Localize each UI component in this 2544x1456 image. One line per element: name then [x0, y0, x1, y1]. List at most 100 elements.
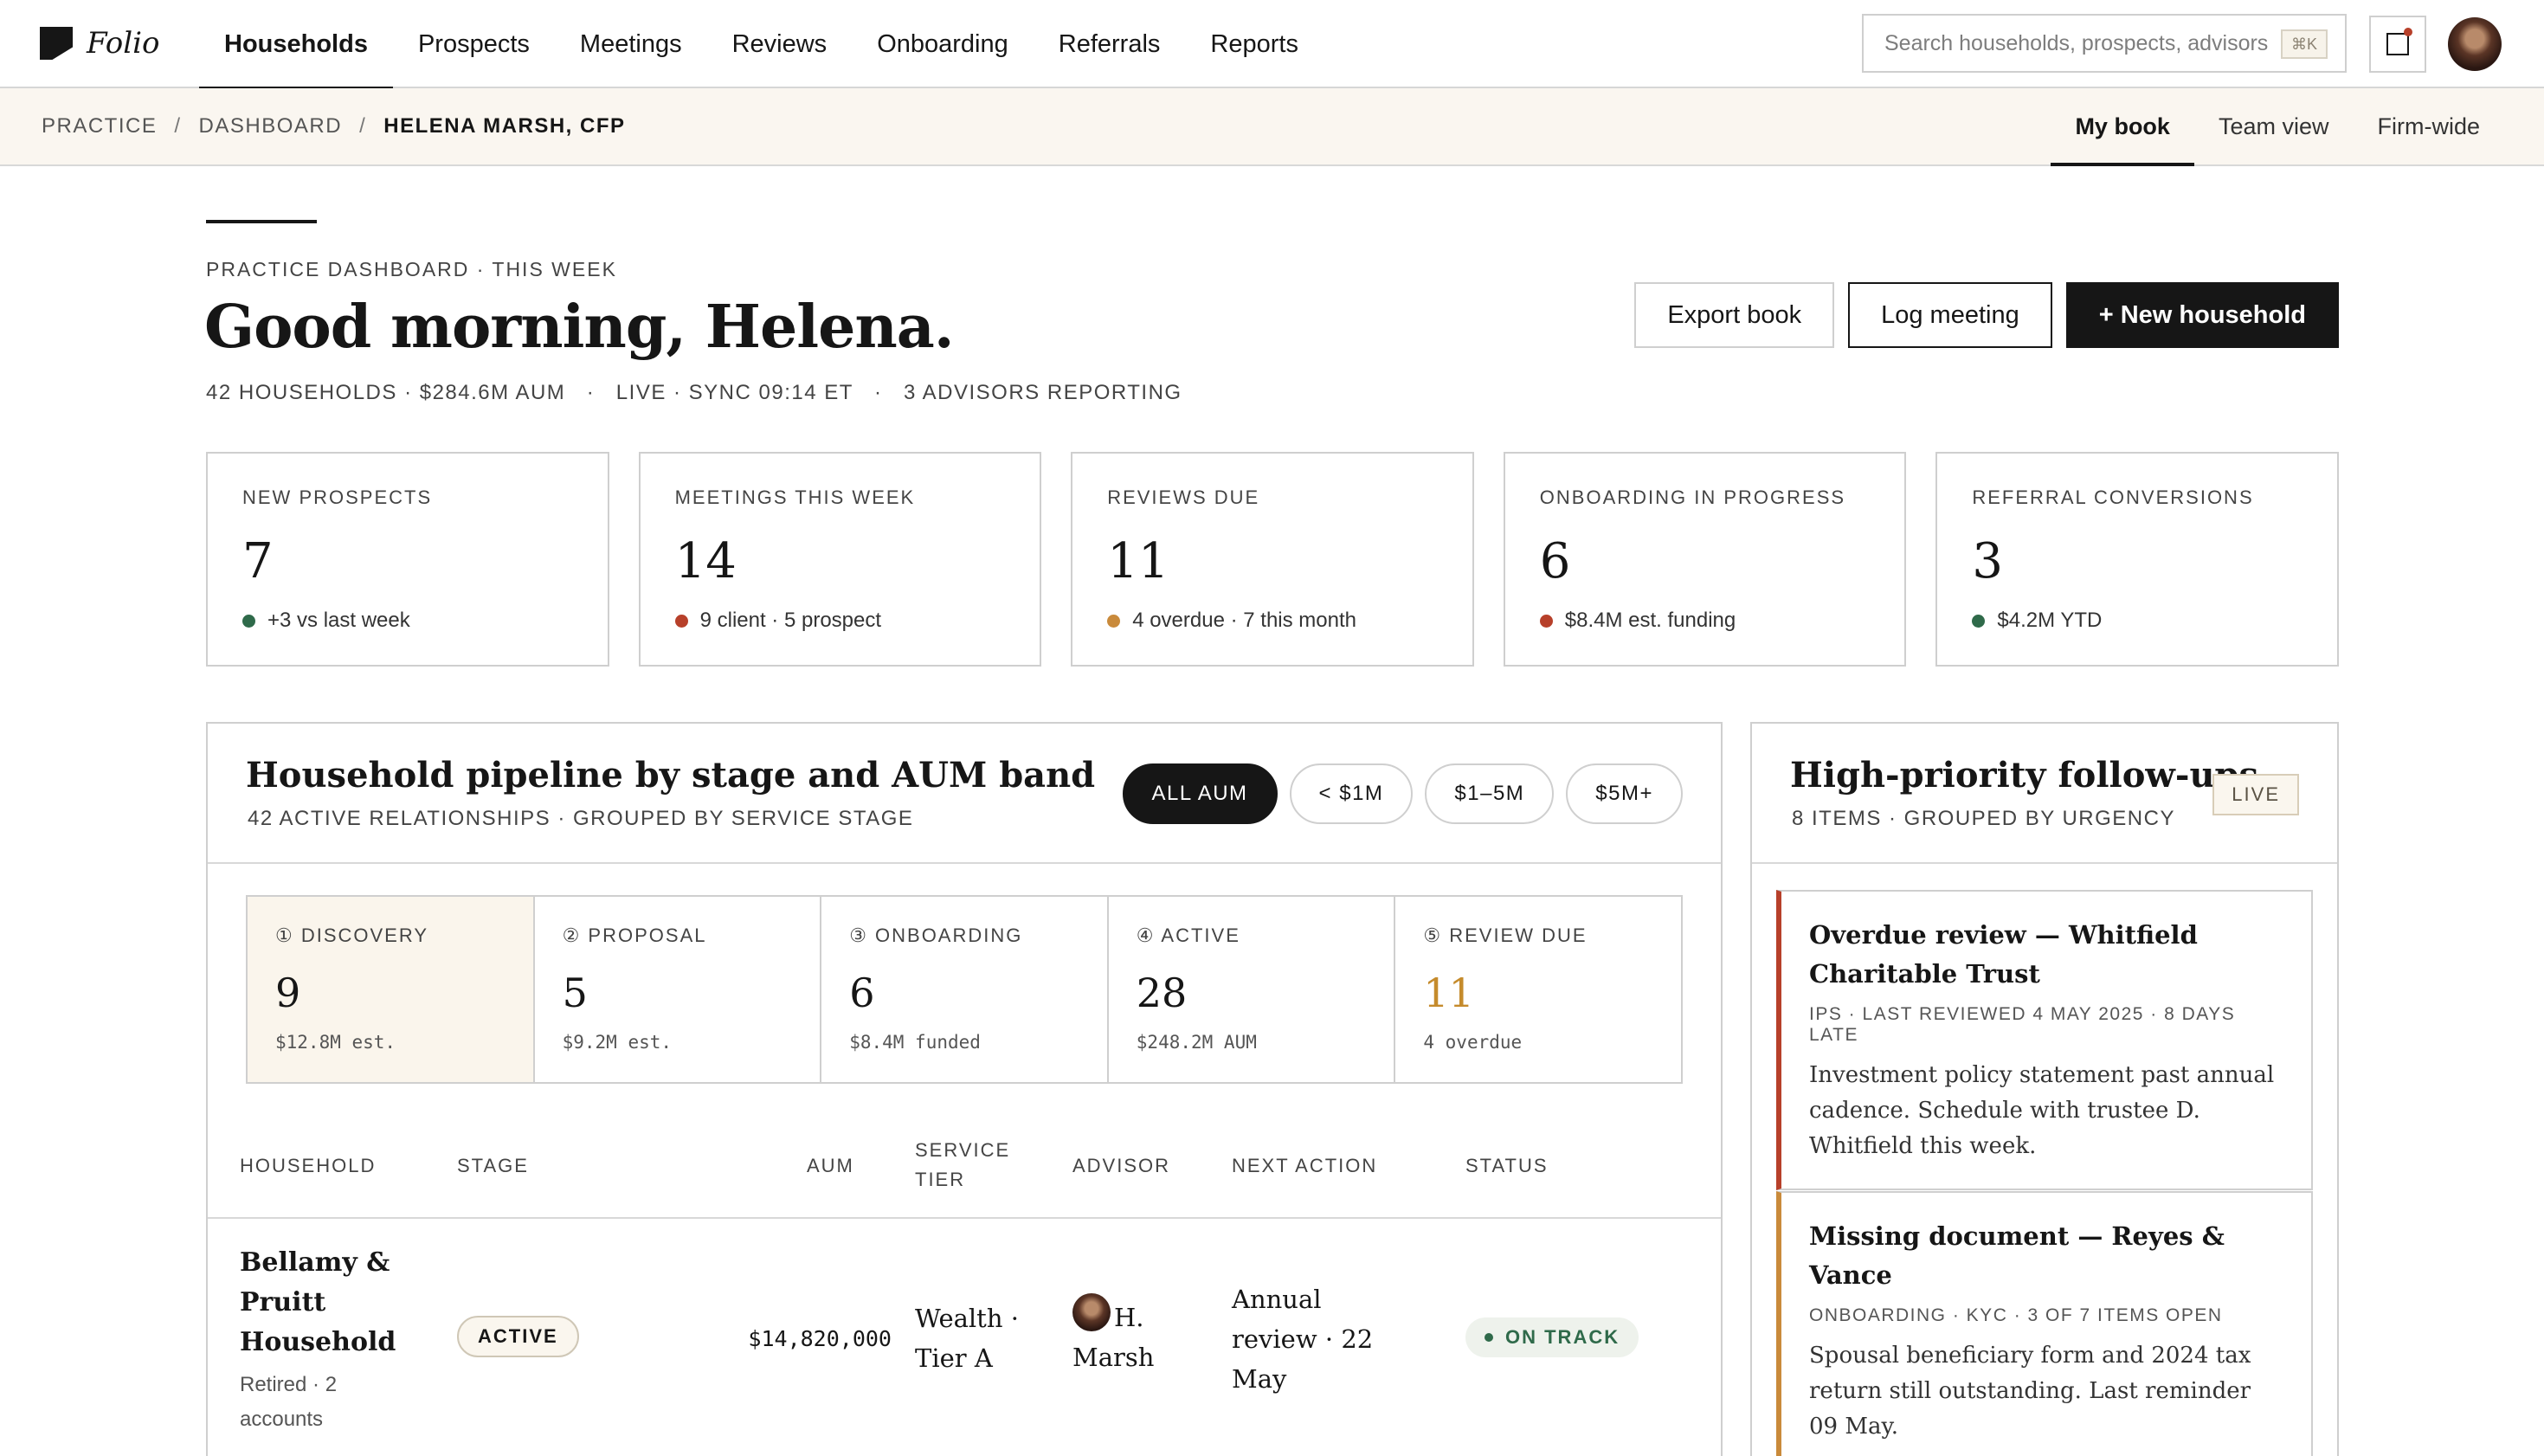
status-dot-icon	[1107, 614, 1121, 628]
kpi-subtext: $4.2M YTD	[1997, 609, 2103, 632]
nav-tab-reports[interactable]: Reports	[1185, 0, 1324, 88]
view-scope-tabs: My book Team view Firm-wide	[2051, 88, 2505, 166]
kpi-card-referral-conversions[interactable]: Referral conversions 3 $4.2M YTD	[1935, 452, 2339, 667]
kpi-label: Onboarding in progress	[1539, 486, 1846, 508]
nav-tab-prospects[interactable]: Prospects	[393, 0, 555, 88]
stage-label: ② Proposal	[562, 924, 707, 946]
view-tab-team-view[interactable]: Team view	[2194, 88, 2354, 164]
kpi-subtext-row: 9 client · 5 prospect	[674, 609, 1006, 633]
nav-tab-reviews[interactable]: Reviews	[707, 0, 853, 88]
kpi-subtext: $8.4M est. funding	[1564, 609, 1736, 632]
stage-subtext: $8.4M funded	[849, 1032, 981, 1053]
followup-title: Missing document — Reyes & Vance	[1809, 1221, 2225, 1290]
advisor-avatar	[1072, 1293, 1111, 1331]
service-tier-value: Wealth · Tier A	[915, 1304, 1019, 1373]
aum-band-filter: ALL AUM < $1M $1–5M $5M+	[1122, 763, 1683, 824]
stage-subtext: $9.2M est.	[562, 1032, 673, 1053]
followup-body: Investment policy statement past annual …	[1809, 1062, 2275, 1159]
column-header-household[interactable]: HOUSEHOLD	[240, 1151, 376, 1181]
nav-tab-meetings[interactable]: Meetings	[555, 0, 707, 88]
status-label: ON TRACK	[1505, 1326, 1620, 1348]
stage-label: ① Discovery	[275, 924, 429, 946]
followup-meta: ONBOARDING · KYC · 3 OF 7 ITEMS OPEN	[1809, 1305, 2223, 1325]
followup-meta: IPS · LAST REVIEWED 4 MAY 2025 · 8 DAYS …	[1809, 1004, 2236, 1045]
notifications-icon	[2386, 33, 2409, 55]
notification-badge-dot	[2404, 28, 2412, 36]
household-subtext: Retired · 2 accounts	[240, 1373, 338, 1431]
app-logo[interactable]: Folio	[40, 26, 159, 61]
column-header-next-action[interactable]: NEXT ACTION	[1232, 1151, 1377, 1181]
kpi-label: Referral conversions	[1972, 486, 2254, 508]
breadcrumb-bar: PRACTICE / DASHBOARD / HELENA MARSH, CFP…	[0, 88, 2544, 166]
log-meeting-button[interactable]: Log meeting	[1848, 282, 2052, 348]
kpi-card-reviews-due[interactable]: Reviews due 11 4 overdue · 7 this month	[1071, 452, 1474, 667]
nav-tab-onboarding[interactable]: Onboarding	[852, 0, 1034, 88]
table-row[interactable]: Bellamy & Pruitt Household Retired · 2 a…	[208, 1219, 1721, 1456]
breadcrumb-practice[interactable]: PRACTICE	[42, 114, 157, 139]
header-actions: Export book Log meeting + New household	[1634, 282, 2339, 348]
stage-cell: ACTIVE	[457, 1316, 579, 1357]
filter-chip-1-5m[interactable]: $1–5M	[1425, 763, 1555, 824]
stage-review-due[interactable]: ⑤ Review due 11 4 overdue	[1395, 897, 1681, 1082]
kpi-subtext-row: $8.4M est. funding	[1539, 609, 1871, 633]
page-meta: 42 HOUSEHOLDS · $284.6M AUM · LIVE · SYN…	[206, 381, 1182, 404]
status-dot-icon	[1539, 614, 1553, 628]
column-header-status[interactable]: STATUS	[1465, 1151, 1549, 1181]
page-eyebrow: PRACTICE DASHBOARD · THIS WEEK	[206, 258, 617, 280]
stage-pill: ACTIVE	[457, 1316, 579, 1357]
status-dot-icon	[1485, 1333, 1493, 1342]
kpi-subtext-row: $4.2M YTD	[1972, 609, 2302, 633]
user-avatar[interactable]	[2448, 17, 2502, 71]
kpi-card-new-prospects[interactable]: New prospects 7 +3 vs last week	[206, 452, 609, 667]
stage-discovery[interactable]: ① Discovery 9 $12.8M est.	[248, 897, 535, 1082]
kpi-row: New prospects 7 +3 vs last week Meetings…	[206, 452, 2339, 667]
pipeline-stage-strip: ① Discovery 9 $12.8M est. ② Proposal 5 $…	[246, 895, 1683, 1084]
pipeline-title: Household pipeline by stage and AUM band	[246, 755, 1096, 796]
filter-chip-all-aum[interactable]: ALL AUM	[1122, 763, 1278, 824]
stage-subtext: $12.8M est.	[275, 1032, 396, 1053]
search-input[interactable]: Search households, prospects, advisors	[1884, 27, 2268, 61]
breadcrumb-separator: /	[359, 114, 367, 138]
kpi-value: 3	[1972, 533, 2004, 589]
household-pipeline-panel: Household pipeline by stage and AUM band…	[206, 722, 1723, 1456]
new-household-button[interactable]: + New household	[2065, 282, 2339, 348]
view-tab-firm-wide[interactable]: Firm-wide	[2354, 88, 2505, 164]
stage-proposal[interactable]: ② Proposal 5 $9.2M est.	[535, 897, 822, 1082]
kpi-card-meetings-this-week[interactable]: Meetings this week 14 9 client · 5 prosp…	[638, 452, 1042, 667]
advisor-cell: H. Marsh	[1072, 1293, 1185, 1377]
breadcrumb-dashboard[interactable]: DASHBOARD	[199, 114, 343, 139]
page-title: Good morning, Helena.	[204, 293, 955, 362]
filter-chip-5m-plus[interactable]: $5M+	[1566, 763, 1683, 824]
global-search[interactable]: Search households, prospects, advisors ⌘…	[1862, 14, 2347, 73]
household-name[interactable]: Bellamy & Pruitt Household	[240, 1243, 404, 1363]
export-book-button[interactable]: Export book	[1634, 282, 1835, 348]
followup-card-overdue-review[interactable]: Overdue review — Whitfield Charitable Tr…	[1776, 890, 2313, 1190]
column-header-advisor[interactable]: ADVISOR	[1072, 1151, 1170, 1181]
stage-active[interactable]: ④ Active 28 $248.2M AUM	[1109, 897, 1396, 1082]
notifications-button[interactable]	[2369, 16, 2426, 73]
followups-subtitle: 8 ITEMS · GROUPED BY URGENCY	[1792, 807, 2175, 830]
status-cell: ON TRACK	[1465, 1317, 1639, 1357]
nav-tab-referrals[interactable]: Referrals	[1034, 0, 1186, 88]
breadcrumb: PRACTICE / DASHBOARD / HELENA MARSH, CFP	[42, 88, 626, 164]
breadcrumb-current: HELENA MARSH, CFP	[383, 114, 626, 138]
nav-tab-households[interactable]: Households	[199, 0, 393, 90]
kpi-label: Reviews due	[1107, 486, 1260, 508]
main-nav-tabs: Households Prospects Meetings Reviews On…	[199, 0, 1324, 90]
column-header-service-tier[interactable]: SERVICE TIER	[915, 1136, 1010, 1195]
filter-chip-under-1m[interactable]: < $1M	[1289, 763, 1414, 824]
stage-onboarding[interactable]: ③ Onboarding 6 $8.4M funded	[821, 897, 1109, 1082]
kpi-subtext-row: +3 vs last week	[242, 609, 573, 633]
column-header-aum[interactable]: AUM	[807, 1151, 854, 1181]
stage-subtext: 4 overdue	[1423, 1032, 1523, 1053]
status-dot-icon	[674, 614, 688, 628]
kpi-label: Meetings this week	[674, 486, 916, 508]
breadcrumb-separator: /	[174, 114, 182, 138]
followup-card-missing-document[interactable]: Missing document — Reyes & Vance ONBOARD…	[1776, 1191, 2313, 1456]
status-badge: ON TRACK	[1465, 1317, 1639, 1357]
kpi-card-onboarding-in-progress[interactable]: Onboarding in progress 6 $8.4M est. fund…	[1503, 452, 1907, 667]
app-logo-text: Folio	[87, 26, 160, 61]
column-header-stage[interactable]: STAGE	[457, 1151, 529, 1181]
kpi-subtext: 4 overdue · 7 this month	[1132, 609, 1356, 632]
view-tab-my-book[interactable]: My book	[2051, 88, 2194, 166]
